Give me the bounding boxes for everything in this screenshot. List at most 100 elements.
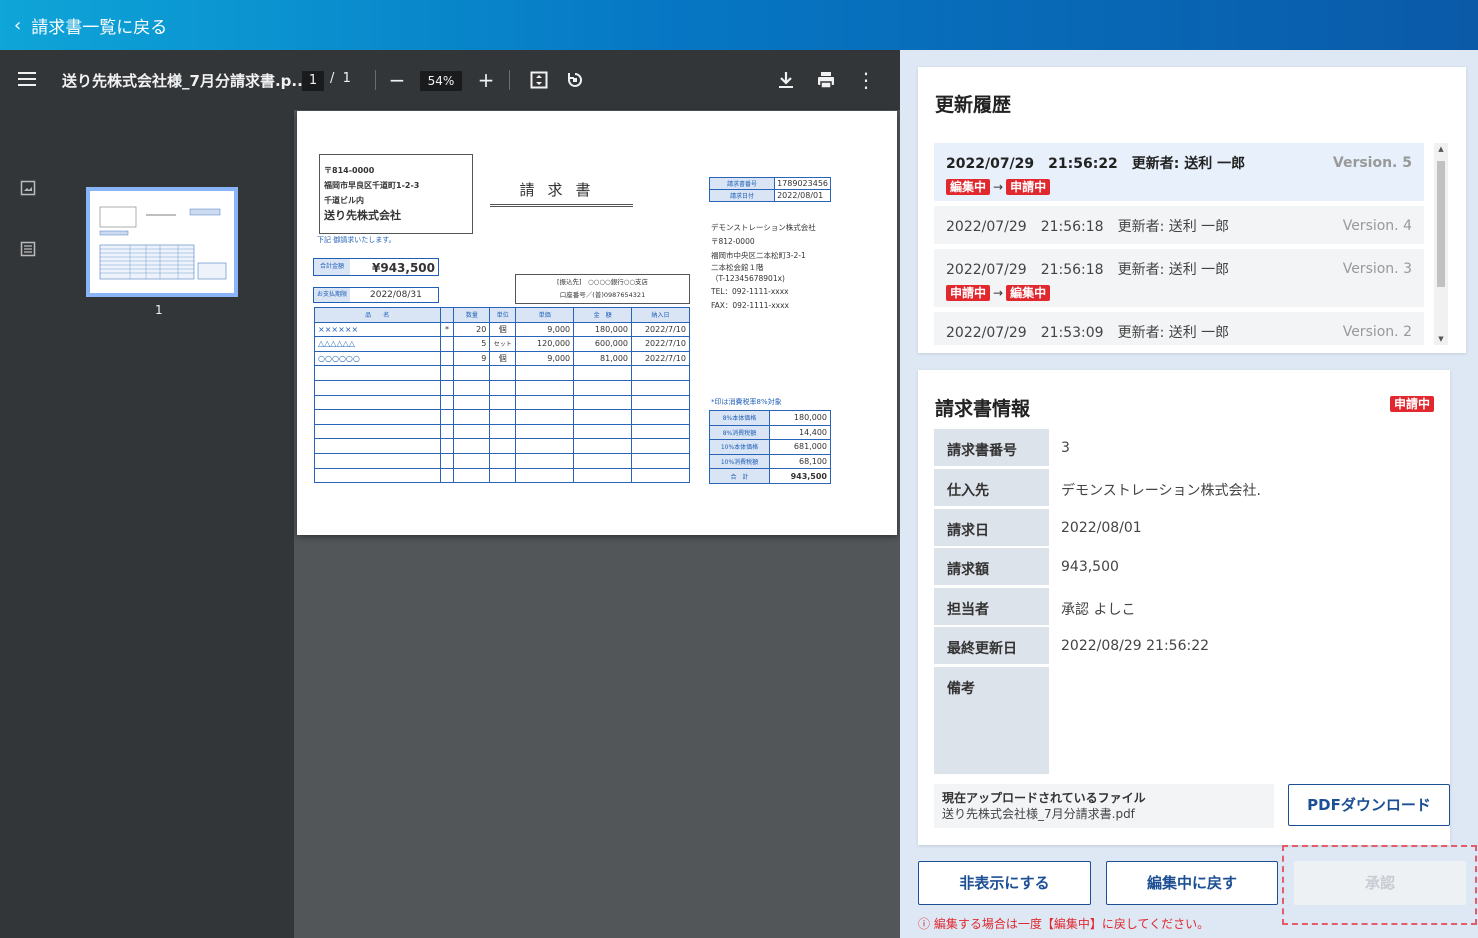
status-badge: 編集中 <box>946 179 991 195</box>
invoice-info-title: 請求書情報 <box>935 398 1031 420</box>
item-date: 2022/7/10 <box>631 336 690 352</box>
invoice-note: 下記 御請求いたします。 <box>317 236 396 244</box>
recipient-postal: 〒814-0000 <box>324 166 375 175</box>
current-file-name: 送り先株式会社様_7月分請求書.pdf <box>942 807 1135 821</box>
item-qty: 20 <box>453 321 491 338</box>
rotate-icon[interactable] <box>561 66 589 94</box>
tax-note: *印は消費税率8%対象 <box>711 398 782 406</box>
info-row: 備考 <box>934 667 1450 774</box>
bank-info-line1: [振込先] ○○○○銀行○○支店 <box>556 278 649 286</box>
history-item-version: Version. 4 <box>1342 218 1412 234</box>
totals-table: 8%本体価格 180,000 8%消費税額 14,400 10%本体価格 681,00… <box>709 410 831 484</box>
pdf-file-name: 送り先株式会社様_7月分請求書.p... <box>62 72 309 90</box>
recipient-address-box: 〒814-0000 福岡市早良区千道町1-2-3 千道ビル内 送り先株式会社 <box>319 154 473 234</box>
zoom-in-icon[interactable]: + <box>472 66 500 94</box>
info-key: 仕入先 <box>934 469 1049 506</box>
item-name: ○○○○○○ <box>314 350 441 367</box>
info-key: 担当者 <box>934 588 1049 625</box>
toolbar-divider <box>375 70 376 90</box>
scroll-down-icon[interactable]: ▼ <box>1437 335 1445 343</box>
info-key: 最終更新日 <box>934 627 1049 664</box>
item-amount: 81,000 <box>573 350 633 367</box>
zoom-out-icon[interactable]: − <box>383 66 411 94</box>
table-row: ○○○○○○ 9 個 9,000 81,000 2022/7/10 <box>314 350 690 367</box>
zoom-level[interactable]: 54% <box>420 71 462 91</box>
item-mark: * <box>439 321 455 338</box>
history-item-version: Version. 2 <box>1342 324 1412 340</box>
page-separator: / <box>330 71 335 86</box>
issuer-line: （T-12345678901x) <box>711 274 785 283</box>
table-row <box>314 452 690 469</box>
page-thumbnail[interactable] <box>86 187 238 297</box>
status-badge: 編集中 <box>1006 285 1051 301</box>
hide-button[interactable]: 非表示にする <box>918 861 1091 905</box>
issuer-line: デモンストレーション株式会社 <box>711 223 816 232</box>
info-row: 請求書番号 3 <box>934 429 1450 466</box>
focus-outline <box>1282 845 1477 925</box>
recipient-address-line1: 福岡市早良区千道町1-2-3 <box>324 181 420 190</box>
scroll-up-icon[interactable]: ▲ <box>1437 145 1445 153</box>
back-to-list-link[interactable]: 請求書一覧に戻る <box>31 13 167 38</box>
pdf-toolbar: 送り先株式会社様_7月分請求書.p... 1 / 1 − 54% + ⋮ <box>0 50 900 110</box>
total-amount-box: 合計金額 ¥943,500 <box>313 258 439 276</box>
info-key: 請求額 <box>934 548 1049 585</box>
issuer-line: 福岡市中央区二本松町3-2-1 <box>711 251 806 260</box>
column-header: 数量 <box>453 307 491 323</box>
history-scrollbar[interactable]: ▲ ▼ <box>1434 143 1448 345</box>
bank-info-box: [振込先] ○○○○銀行○○支店 口座番号／(普)0987654321 <box>515 274 690 304</box>
info-key: 備考 <box>934 667 1049 774</box>
outline-icon[interactable] <box>19 241 37 259</box>
chevron-left-icon[interactable]: ‹ <box>14 15 21 36</box>
history-item[interactable]: 2022/07/29 21:56:18 更新者: 送利 一郎 Version. … <box>934 206 1424 244</box>
totals-key: 10%消費税額 <box>709 453 770 470</box>
recipient-address-line2: 千道ビル内 <box>324 196 364 205</box>
totals-key: 10%本体価格 <box>709 439 770 455</box>
item-amount: 180,000 <box>573 321 633 338</box>
bank-info-line2: 口座番号／(普)0987654321 <box>559 291 646 299</box>
table-row <box>314 467 690 484</box>
revert-to-editing-button[interactable]: 編集中に戻す <box>1106 861 1278 905</box>
history-item-version: Version. 3 <box>1342 261 1412 277</box>
info-row: 仕入先 デモンストレーション株式会社. <box>934 469 1450 506</box>
history-item[interactable]: 2022/07/29 21:56:22 更新者: 送利 一郎 Version. … <box>934 143 1424 201</box>
fit-page-icon[interactable] <box>525 66 553 94</box>
history-list[interactable]: 2022/07/29 21:56:22 更新者: 送利 一郎 Version. … <box>934 143 1424 345</box>
item-unit: セット <box>489 336 517 352</box>
page-thumbnail-preview <box>99 206 227 280</box>
thumbnails-icon[interactable] <box>19 180 37 198</box>
edit-warning-text: 編集する場合は一度【編集中】に戻してください。 <box>933 917 1210 931</box>
info-value: 2022/08/01 <box>1061 520 1142 536</box>
page-number-input[interactable]: 1 <box>302 71 324 91</box>
more-options-icon[interactable]: ⋮ <box>852 66 880 94</box>
info-row: 請求日 2022/08/01 <box>934 509 1450 546</box>
totals-value: 681,000 <box>769 439 831 455</box>
meta-value: 1789023456 <box>774 177 831 190</box>
meta-key: 請求日付 <box>708 189 776 202</box>
current-file-label: 現在アップロードされているファイル <box>942 791 1146 805</box>
totals-key: 合 計 <box>709 468 770 484</box>
table-row <box>314 379 690 396</box>
status-badge: 申請中 <box>1389 396 1434 412</box>
warning-icon: ⓘ <box>918 917 931 931</box>
pdf-download-button[interactable]: PDFダウンロード <box>1288 784 1450 826</box>
info-row: 担当者 承認 よしこ <box>934 588 1450 625</box>
page-total: / 1 <box>330 71 351 86</box>
table-row <box>314 394 690 411</box>
issuer-line: 〒812-0000 <box>711 237 755 246</box>
print-icon[interactable] <box>812 66 840 94</box>
totals-key: 8%消費税額 <box>709 424 770 441</box>
totals-value: 943,500 <box>769 468 831 484</box>
info-row: 請求額 943,500 <box>934 548 1450 585</box>
history-item[interactable]: 2022/07/29 21:56:18 更新者: 送利 一郎 Version. … <box>934 249 1424 307</box>
history-item[interactable]: 2022/07/29 21:53:09 更新者: 送利 一郎 Version. … <box>934 312 1424 345</box>
history-item-version: Version. 5 <box>1332 155 1412 171</box>
table-row: ×××××× * 20 個 9,000 180,000 2022/7/10 <box>314 321 690 338</box>
issuer-line: FAX：092-1111-xxxx <box>711 301 789 310</box>
info-value: 943,500 <box>1061 559 1119 575</box>
download-icon[interactable] <box>772 66 800 94</box>
total-amount-value: ¥943,500 <box>372 261 436 275</box>
table-row <box>314 423 690 440</box>
scrollbar-thumb[interactable] <box>1437 161 1445 287</box>
menu-icon[interactable] <box>18 72 36 86</box>
column-header: 金 額 <box>573 307 633 323</box>
